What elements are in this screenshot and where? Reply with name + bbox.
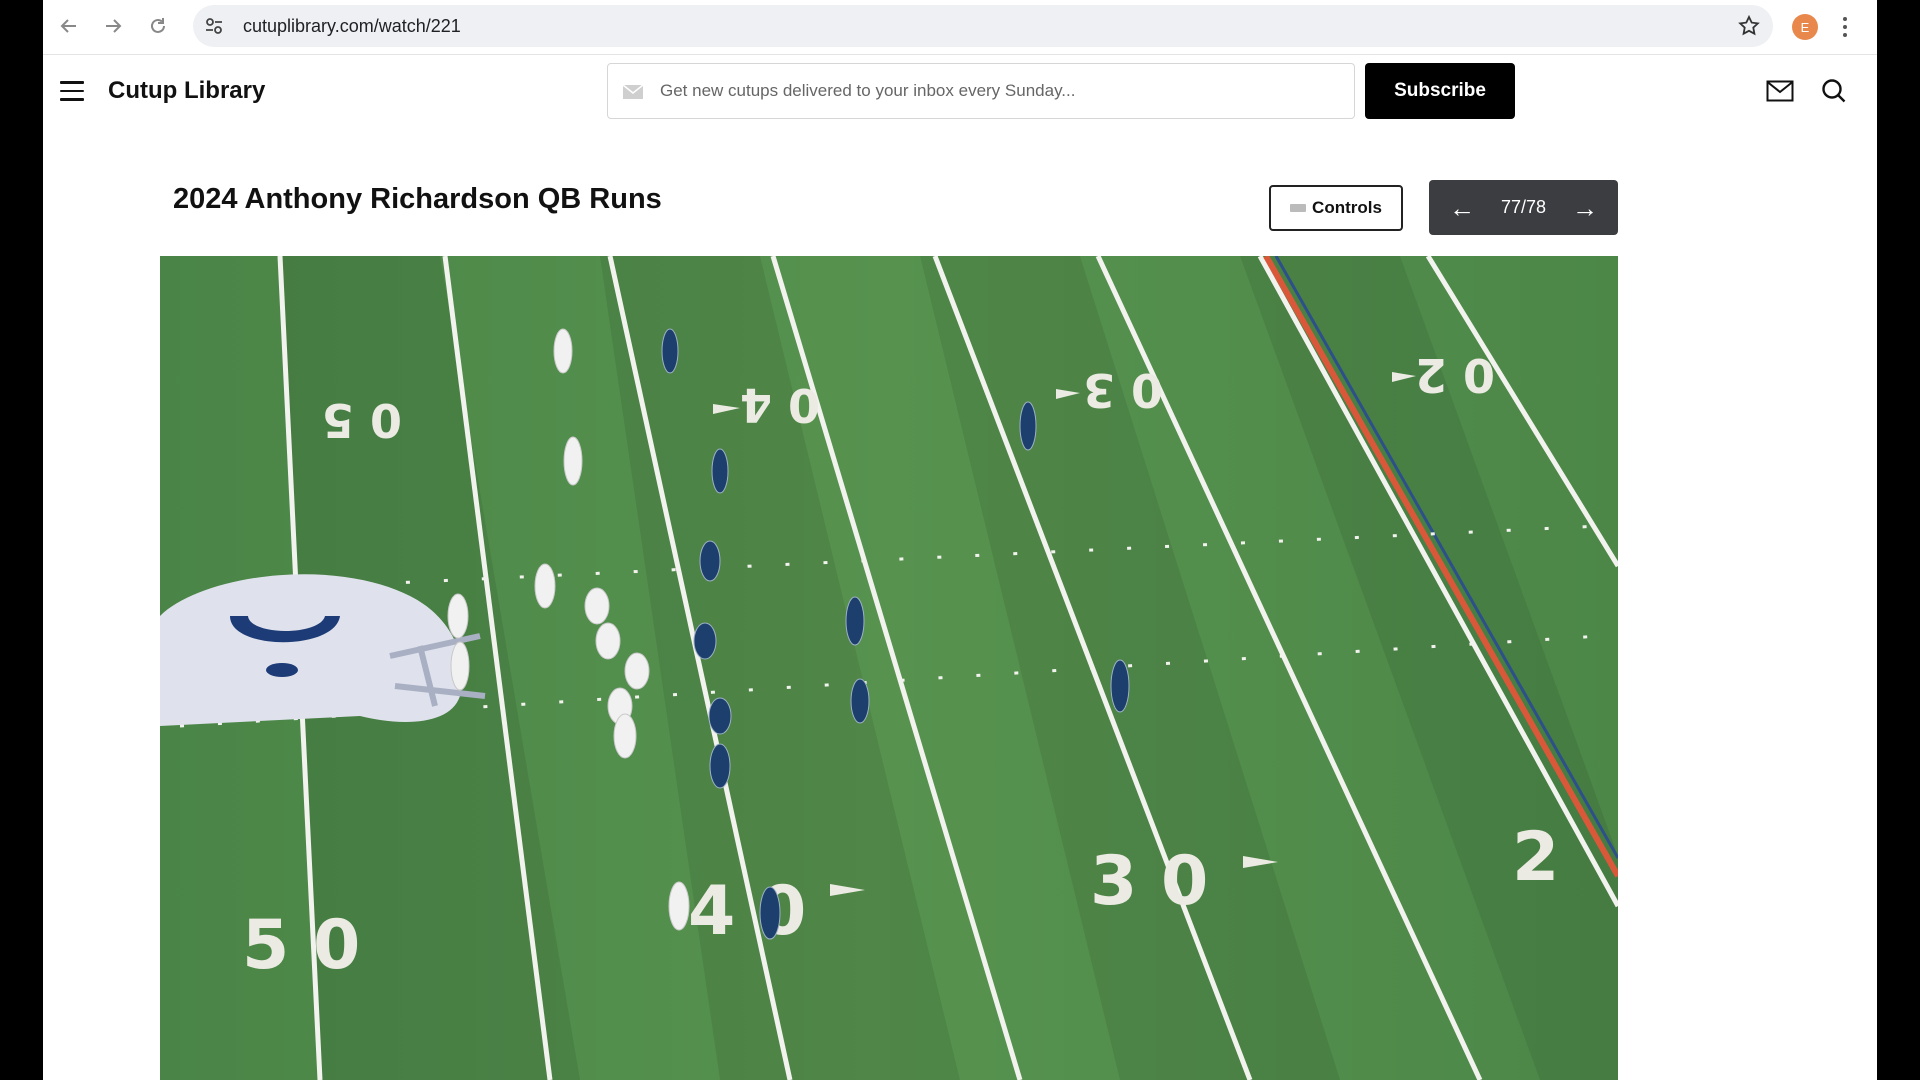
football-field-frame: 0 5 0 4 0 3 0 2 5 0 4 0 3 0 2 xyxy=(160,256,1618,1080)
browser-toolbar: cutuplibrary.com/watch/221 E xyxy=(43,0,1877,55)
site-settings-icon[interactable] xyxy=(203,15,225,37)
bookmark-star-icon[interactable] xyxy=(1737,14,1761,38)
subscribe-placeholder: Get new cutups delivered to your inbox e… xyxy=(660,81,1076,100)
yard-number-far-50: 0 5 xyxy=(322,393,402,447)
yard-number-far-40: 0 4 xyxy=(740,378,820,432)
controls-label: Controls xyxy=(1312,198,1382,217)
yard-number-near-20: 2 xyxy=(1512,818,1559,897)
subscribe-button[interactable]: Subscribe xyxy=(1365,63,1515,119)
yard-number-near-50: 5 0 xyxy=(242,906,360,985)
clip-pager: ← 77/78 → xyxy=(1429,180,1618,235)
controls-button[interactable]: Controls xyxy=(1269,185,1403,231)
envelope-icon xyxy=(622,84,644,99)
site-header: Cutup Library Get new cutups delivered t… xyxy=(43,55,1877,127)
site-logo[interactable]: Cutup Library xyxy=(108,77,265,105)
yard-number-far-30: 0 3 xyxy=(1083,363,1163,417)
browser-menu-icon[interactable] xyxy=(1839,13,1851,41)
email-subscribe-field[interactable]: Get new cutups delivered to your inbox e… xyxy=(607,63,1355,119)
next-clip-button[interactable]: → xyxy=(1572,195,1598,221)
yard-number-near-30: 3 0 xyxy=(1090,842,1208,921)
mail-icon[interactable] xyxy=(1766,80,1794,102)
video-player[interactable]: 0 5 0 4 0 3 0 2 5 0 4 0 3 0 2 xyxy=(160,256,1618,1080)
yard-number-far-20: 0 2 xyxy=(1415,348,1495,402)
previous-clip-button[interactable]: ← xyxy=(1449,195,1475,221)
url-text[interactable]: cutuplibrary.com/watch/221 xyxy=(243,16,461,37)
profile-avatar[interactable]: E xyxy=(1792,14,1818,40)
browser-window: cutuplibrary.com/watch/221 E Cutup Libra… xyxy=(43,0,1877,1080)
page-title: 2024 Anthony Richardson QB Runs xyxy=(173,183,662,215)
clip-counter: 77/78 xyxy=(1500,197,1547,217)
search-icon[interactable] xyxy=(1821,78,1847,104)
keyboard-icon xyxy=(1290,204,1307,212)
yard-number-near-40: 4 0 xyxy=(688,872,806,951)
reload-icon[interactable] xyxy=(142,10,174,42)
address-bar[interactable]: cutuplibrary.com/watch/221 xyxy=(193,5,1773,47)
hamburger-menu-icon[interactable] xyxy=(60,81,84,101)
forward-arrow-icon[interactable] xyxy=(97,10,129,42)
back-arrow-icon[interactable] xyxy=(53,10,85,42)
